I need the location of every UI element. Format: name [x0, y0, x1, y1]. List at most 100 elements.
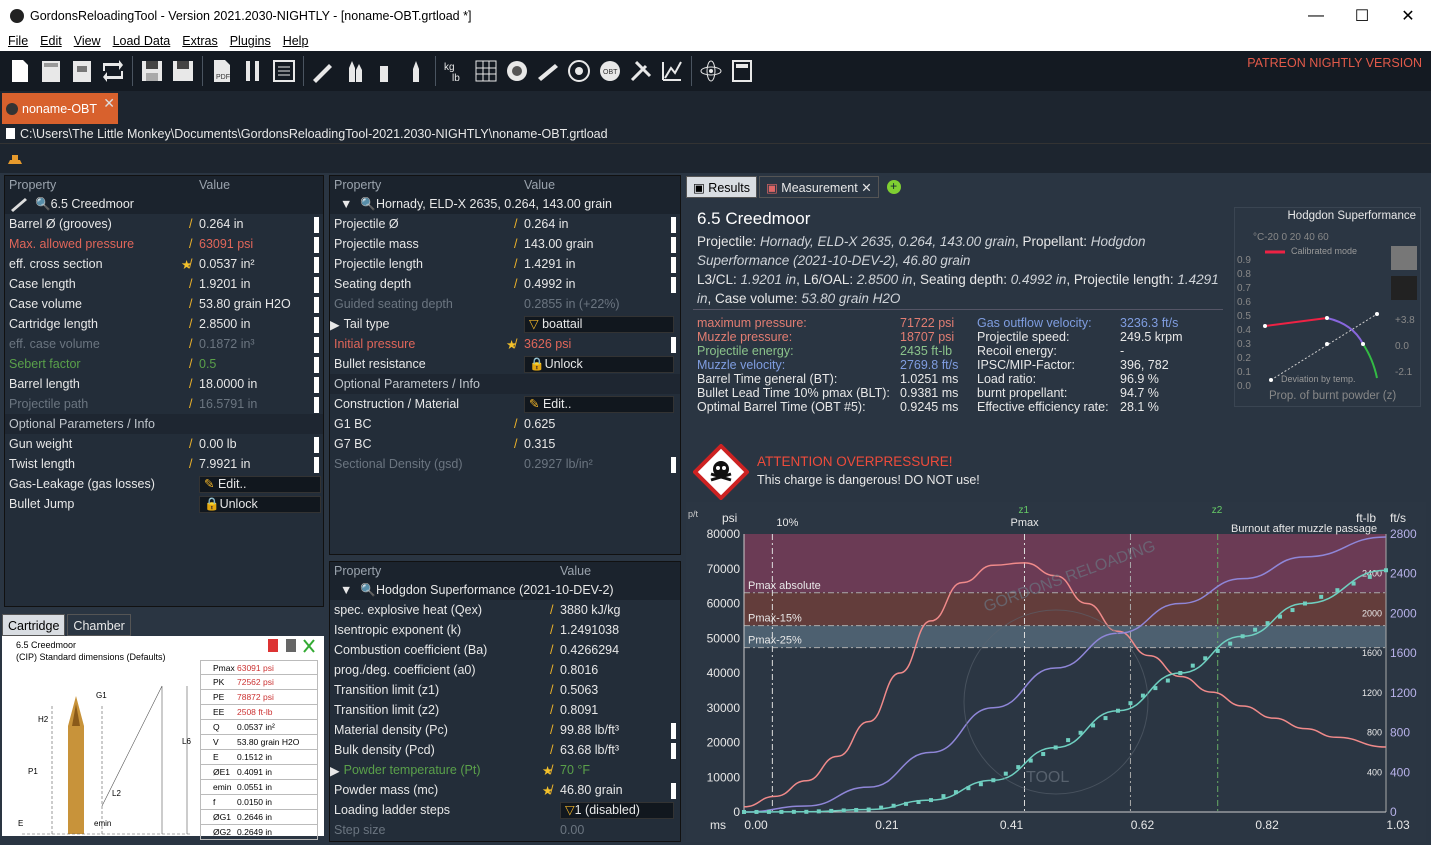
- gas-leakage-edit-button[interactable]: ✎ Edit..: [199, 475, 321, 493]
- property-row-projectile-path[interactable]: Projectile path / 16.5791 in: [5, 394, 323, 414]
- value-slider[interactable]: [314, 217, 319, 233]
- calculator-icon[interactable]: [728, 56, 756, 86]
- save-as-icon[interactable]: [169, 56, 197, 86]
- atom-icon[interactable]: [697, 56, 725, 86]
- report-icon[interactable]: [270, 56, 298, 86]
- recent-file-icon[interactable]: [68, 56, 96, 86]
- property-row-sectional-density-gsd[interactable]: Sectional Density (gsd) 0.2927 lb/in²: [330, 454, 680, 474]
- property-row-case-volume[interactable]: Case volume / 53.80 grain H2O: [5, 294, 323, 314]
- menu-help[interactable]: Help: [283, 34, 309, 48]
- property-row-gun-weight[interactable]: Gun weight / 0.00 lb: [5, 434, 323, 454]
- property-row-gas-leakage-gas-losses[interactable]: Gas-Leakage (gas losses) ✎ Edit..: [5, 474, 323, 494]
- property-row-powder-temperature-pt[interactable]: ▶ Powder temperature (Pt) ★/70 °F: [330, 760, 680, 780]
- property-row-spec-explosive-heat-qex[interactable]: spec. explosive heat (Qex) / 3880 kJ/kg: [330, 600, 680, 620]
- property-row-projectile-length[interactable]: Projectile length / 1.4291 in: [330, 254, 680, 274]
- expand-icon[interactable]: ▶: [330, 763, 340, 778]
- new-file-icon[interactable]: [6, 56, 34, 86]
- case-icon[interactable]: [371, 56, 399, 86]
- property-row-g1-bc[interactable]: G1 BC / 0.625: [330, 414, 680, 434]
- property-row-projectile[interactable]: Projectile Ø / 0.264 in: [330, 214, 680, 234]
- property-row-eff-case-volume[interactable]: eff. case volume / 0.1872 in³: [5, 334, 323, 354]
- property-row-sebert-factor[interactable]: Sebert factor / 0.5: [5, 354, 323, 374]
- property-row-bullet-jump[interactable]: Bullet Jump 🔒Unlock: [5, 494, 323, 514]
- tab-measurement[interactable]: ▣ Measurement ✕: [758, 176, 879, 198]
- property-row-loading-ladder-steps[interactable]: Loading ladder steps ▽1 (disabled): [330, 800, 680, 820]
- property-row-case-length[interactable]: Case length / 1.9201 in: [5, 274, 323, 294]
- scope-icon[interactable]: [534, 56, 562, 86]
- search-icon[interactable]: 🔍: [360, 197, 376, 212]
- hat-icon[interactable]: [6, 150, 24, 168]
- reload-icon[interactable]: [99, 56, 127, 86]
- value-slider[interactable]: [314, 377, 319, 393]
- target-icon[interactable]: [565, 56, 593, 86]
- open-file-icon[interactable]: [37, 56, 65, 86]
- value-slider[interactable]: [671, 237, 676, 253]
- collapse-icon[interactable]: ▼: [340, 197, 352, 211]
- tools-icon[interactable]: [627, 56, 655, 86]
- value-slider[interactable]: [314, 237, 319, 253]
- chart-tool-icon[interactable]: [658, 56, 686, 86]
- doc-tab-noname[interactable]: noname-OBT ✕: [2, 93, 118, 124]
- value-slider[interactable]: [314, 337, 319, 353]
- value-slider[interactable]: [314, 457, 319, 473]
- construction-edit-button[interactable]: ✎ Edit..: [524, 395, 674, 413]
- maximize-button[interactable]: ☐: [1339, 0, 1385, 31]
- powder-selector[interactable]: ▼ 🔍 Hodgdon Superformance (2021-10-DEV-2…: [330, 580, 680, 600]
- rifle-icon[interactable]: [309, 56, 337, 86]
- property-row-transition-limit-z1[interactable]: Transition limit (z1) / 0.5063: [330, 680, 680, 700]
- property-row-barrel-grooves[interactable]: Barrel Ø (grooves) / 0.264 in: [5, 214, 323, 234]
- property-row-g7-bc[interactable]: G7 BC / 0.315: [330, 434, 680, 454]
- projectile-icon[interactable]: [402, 56, 430, 86]
- bullet-resistance-unlock-button[interactable]: 🔒Unlock: [524, 355, 674, 373]
- property-row-max-allowed-pressure[interactable]: Max. allowed pressure / 63091 psi: [5, 234, 323, 254]
- close-tab-icon[interactable]: ✕: [861, 181, 871, 195]
- value-slider[interactable]: [671, 723, 676, 739]
- property-row-cartridge-length[interactable]: Cartridge length / 2.8500 in: [5, 314, 323, 334]
- projectile-selector[interactable]: ▼ 🔍 Hornady, ELD-X 2635, 0.264, 143.00 g…: [330, 194, 680, 214]
- search-icon[interactable]: 🔍: [360, 583, 376, 598]
- value-slider[interactable]: [671, 277, 676, 293]
- property-row-prog-deg-coefficient-a0[interactable]: prog./deg. coefficient (a0) / 0.8016: [330, 660, 680, 680]
- bullet-jump-unlock-button[interactable]: 🔒Unlock: [199, 495, 321, 513]
- value-slider[interactable]: [671, 457, 676, 473]
- save-icon[interactable]: [138, 56, 166, 86]
- property-row-initial-pressure[interactable]: Initial pressure ★/3626 psi: [330, 334, 680, 354]
- menu-edit[interactable]: Edit: [40, 34, 62, 48]
- value-slider[interactable]: [314, 317, 319, 333]
- grid-icon[interactable]: [472, 56, 500, 86]
- close-tab-icon[interactable]: ✕: [103, 95, 115, 112]
- menu-load-data[interactable]: Load Data: [113, 34, 171, 48]
- close-button[interactable]: ✕: [1385, 0, 1431, 31]
- search-icon[interactable]: 🔍: [35, 197, 51, 212]
- value-slider[interactable]: [314, 397, 319, 413]
- expand-icon[interactable]: ▶: [330, 317, 340, 332]
- value-slider[interactable]: [671, 783, 676, 799]
- cartridge-selector[interactable]: 🔍 6.5 Creedmoor: [5, 194, 323, 214]
- value-slider[interactable]: [314, 277, 319, 293]
- value-slider[interactable]: [671, 743, 676, 759]
- menu-extras[interactable]: Extras: [182, 34, 217, 48]
- obt-icon[interactable]: OBT: [596, 56, 624, 86]
- property-row-tail-type[interactable]: ▶ Tail type ▽ boattail: [330, 314, 680, 334]
- property-row-eff-cross-section[interactable]: eff. cross section ★/0.0537 in²: [5, 254, 323, 274]
- property-row-projectile-mass[interactable]: Projectile mass / 143.00 grain: [330, 234, 680, 254]
- value-slider[interactable]: [671, 337, 676, 353]
- value-slider[interactable]: [671, 217, 676, 233]
- value-slider[interactable]: [671, 257, 676, 273]
- unit-converter-icon[interactable]: kg lb: [441, 56, 469, 86]
- powder-icon[interactable]: [503, 56, 531, 86]
- minimize-button[interactable]: —: [1293, 0, 1339, 31]
- value-slider[interactable]: [314, 257, 319, 273]
- tab-results[interactable]: ▣ Results: [686, 176, 757, 198]
- value-slider[interactable]: [314, 297, 319, 313]
- property-row-powder-mass-mc[interactable]: Powder mass (mc) ★/46.80 grain: [330, 780, 680, 800]
- property-row-isentropic-exponent-k[interactable]: Isentropic exponent (k) / 1.2491038: [330, 620, 680, 640]
- tab-cartridge[interactable]: Cartridge: [2, 614, 66, 636]
- property-row-twist-length[interactable]: Twist length / 7.9921 in: [5, 454, 323, 474]
- cartridge-icon[interactable]: [340, 56, 368, 86]
- collapse-icon[interactable]: ▼: [340, 583, 352, 597]
- property-row-material-density-pc[interactable]: Material density (Pc) / 99.88 lb/ft³: [330, 720, 680, 740]
- property-row-bullet-resistance[interactable]: Bullet resistance 🔒Unlock: [330, 354, 680, 374]
- menu-plugins[interactable]: Plugins: [230, 34, 271, 48]
- value-slider[interactable]: [314, 357, 319, 373]
